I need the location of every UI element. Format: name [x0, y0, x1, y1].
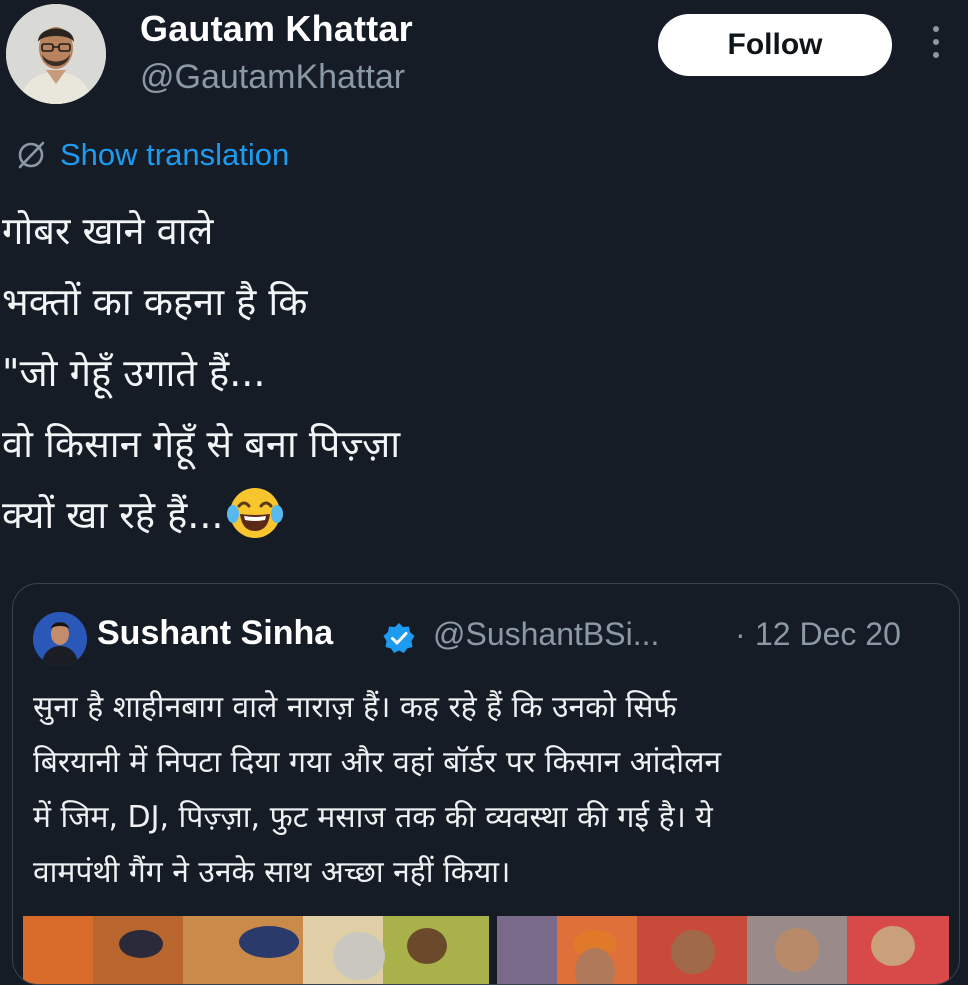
quoted-tweet-text: सुना है शाहीनबाग वाले नाराज़ हैं। कह रहे… — [33, 680, 943, 900]
tweet-line-last: क्यों खा रहे हैं... — [2, 480, 952, 551]
quoted-media — [13, 916, 959, 984]
author-display-name[interactable]: Gautam Khattar — [140, 8, 413, 50]
tweet-line: वो किसान गेहूँ से बना पिज़्ज़ा — [2, 422, 401, 466]
quoted-photo-1[interactable] — [23, 916, 489, 984]
tweet-text: गोबर खाने वाले भक्तों का कहना है कि "जो … — [2, 196, 952, 551]
quoted-author-name[interactable]: Sushant Sinha — [97, 614, 333, 653]
tweet-header: Gautam Khattar @GautamKhattar Follow — [0, 0, 968, 120]
more-options-icon[interactable] — [928, 26, 944, 66]
quoted-line: वामपंथी गैंग ने उनके साथ अच्छा नहीं किया… — [33, 855, 511, 890]
tweet-line: भक्तों का कहना है कि — [2, 280, 308, 324]
translate-icon — [18, 141, 45, 169]
show-translation-link[interactable]: Show translation — [14, 133, 289, 177]
quoted-photo-2[interactable] — [497, 916, 949, 984]
tweet-line: गोबर खाने वाले — [2, 209, 214, 253]
quoted-tweet-card[interactable]: Sushant Sinha @SushantBSi... · 12 Dec 20… — [12, 583, 960, 985]
author-avatar[interactable] — [6, 4, 106, 104]
show-translation-label: Show translation — [60, 137, 290, 172]
verified-badge-icon — [383, 623, 415, 653]
quoted-author-handle[interactable]: @SushantBSi... — [433, 616, 659, 653]
tweet-line-text: क्यों खा रहे हैं... — [2, 493, 224, 537]
follow-button[interactable]: Follow — [658, 14, 892, 76]
meta-separator: · — [735, 616, 746, 652]
quoted-line: बिरयानी में निपटा दिया गया और वहां बॉर्ड… — [33, 745, 722, 780]
author-handle[interactable]: @GautamKhattar — [140, 58, 405, 97]
quoted-line: में जिम, DJ, पिज़्ज़ा, फुट मसाज तक की व्… — [33, 800, 713, 835]
tweet-line: "जो गेहूँ उगाते हैं... — [2, 351, 266, 395]
quoted-tweet-date[interactable]: 12 Dec 20 — [755, 616, 901, 653]
quoted-author-avatar[interactable] — [33, 612, 87, 666]
face-with-tears-of-joy-icon — [226, 488, 283, 538]
quoted-line: सुना है शाहीनबाग वाले नाराज़ हैं। कह रहे… — [33, 690, 677, 725]
